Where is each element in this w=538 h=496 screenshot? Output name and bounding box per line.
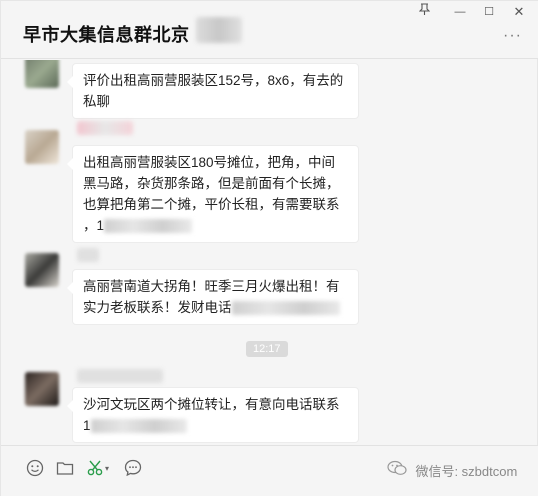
close-button[interactable]: ✕ bbox=[508, 3, 530, 21]
watermark: 微信号: szbdtcom bbox=[387, 460, 517, 481]
phone-redaction bbox=[231, 301, 340, 316]
message-line: 沙河文玩区两个摊位转让，有意向电话联系 bbox=[83, 397, 340, 412]
message-line: 也算把角第二个摊，平价长租，有需要联系 bbox=[83, 197, 340, 212]
message-line: 实力老板联系！发财电话 bbox=[83, 300, 232, 315]
chat-bubble-icon[interactable] bbox=[122, 457, 144, 479]
phone-redaction bbox=[104, 219, 193, 234]
more-options-icon[interactable]: ··· bbox=[503, 27, 522, 45]
message-line: 私聊 bbox=[83, 94, 110, 109]
sender-name-redaction bbox=[77, 369, 163, 383]
sender-name-redaction bbox=[77, 121, 133, 135]
message-bubble[interactable]: 评价出租高丽营服装区152号，8x6，有去的 私聊 bbox=[67, 63, 359, 119]
avatar[interactable] bbox=[25, 253, 59, 287]
phone-redaction bbox=[90, 419, 187, 434]
avatar[interactable] bbox=[25, 130, 59, 164]
folder-icon[interactable] bbox=[54, 457, 76, 479]
title-bar: 早市大集信息群北京 — ☐ ✕ ··· bbox=[1, 1, 538, 59]
input-toolbar: ▾ 微信号: szbdtcom bbox=[1, 445, 538, 496]
chat-window: 早市大集信息群北京 — ☐ ✕ ··· 评价出租高丽营服装区152号，8x6，有… bbox=[0, 0, 538, 496]
message-list[interactable]: 评价出租高丽营服装区152号，8x6，有去的 私聊 出租高丽营服装区180号摊位… bbox=[1, 60, 538, 445]
message-bubble[interactable]: 出租高丽营服装区180号摊位，把角，中间 黑马路，杂货那条路，但是前面有个长摊，… bbox=[67, 145, 359, 243]
message-line: 出租高丽营服装区180号摊位，把角，中间 bbox=[83, 155, 336, 170]
wechat-logo-icon bbox=[387, 460, 411, 480]
pin-icon[interactable] bbox=[413, 3, 435, 21]
avatar[interactable] bbox=[25, 372, 59, 406]
message-line: 黑马路，杂货那条路，但是前面有个长摊， bbox=[83, 176, 340, 191]
message-line: 评价出租高丽营服装区152号，8x6，有去的 bbox=[83, 73, 344, 88]
chat-title: 早市大集信息群北京 bbox=[23, 25, 190, 45]
message-bubble[interactable]: 沙河文玩区两个摊位转让，有意向电话联系 1 bbox=[67, 387, 359, 443]
screenshot-dropdown-icon[interactable]: ▾ bbox=[102, 457, 112, 479]
watermark-text: 微信号: szbdtcom bbox=[415, 464, 518, 479]
sender-name-redaction bbox=[77, 248, 99, 262]
message-line: 1 bbox=[83, 418, 91, 433]
message-line: 高丽营南道大拐角！旺季三月火爆出租！有 bbox=[83, 279, 340, 294]
avatar[interactable] bbox=[25, 60, 59, 88]
timestamp-badge: 12:17 bbox=[246, 341, 288, 357]
maximize-button[interactable]: ☐ bbox=[478, 3, 500, 21]
title-redaction bbox=[196, 17, 242, 43]
minimize-button[interactable]: — bbox=[449, 3, 471, 21]
emoji-icon[interactable] bbox=[24, 457, 46, 479]
message-bubble[interactable]: 高丽营南道大拐角！旺季三月火爆出租！有 实力老板联系！发财电话 bbox=[67, 269, 359, 325]
message-line: ，1 bbox=[83, 218, 105, 233]
